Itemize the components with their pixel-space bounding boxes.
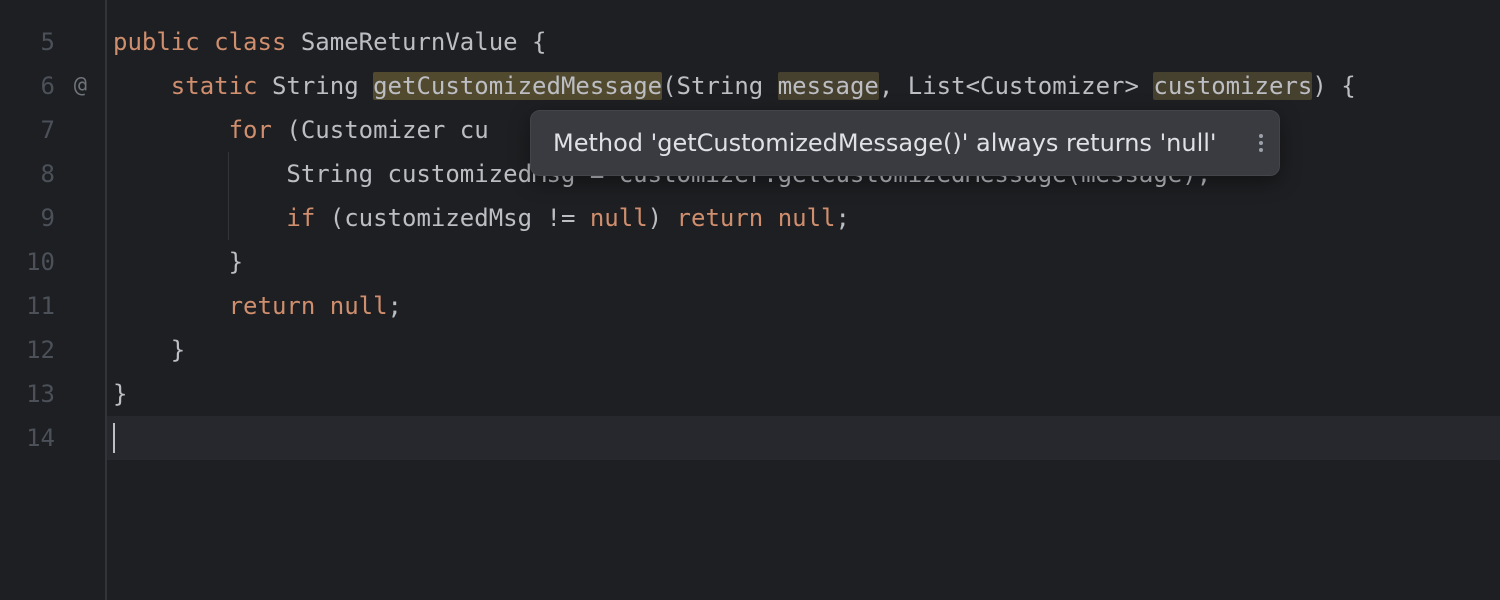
indent-guide <box>228 196 229 240</box>
line-number: 6@ <box>0 64 105 108</box>
code-token: ( <box>286 116 300 144</box>
code-token: ; <box>388 292 402 320</box>
code-token: ) <box>648 204 677 232</box>
code-token: } <box>171 336 185 364</box>
line-number-gutter: 56@7891011121314 <box>0 0 105 600</box>
code-token: class <box>214 28 301 56</box>
code-token: message <box>778 72 879 100</box>
line-number: 10 <box>0 240 105 284</box>
indent-guide <box>228 152 229 196</box>
code-token: public <box>113 28 214 56</box>
code-line[interactable]: if (customizedMsg != null) return null; <box>107 196 1500 240</box>
code-token: ; <box>836 204 850 232</box>
line-number: 5 <box>0 20 105 64</box>
code-token: , <box>879 72 908 100</box>
line-number: 7 <box>0 108 105 152</box>
code-token: for <box>229 116 287 144</box>
code-token: Customizer cu <box>301 116 489 144</box>
code-line[interactable]: } <box>107 372 1500 416</box>
line-number: 9 <box>0 196 105 240</box>
code-line[interactable]: return null; <box>107 284 1500 328</box>
code-line[interactable]: } <box>107 328 1500 372</box>
text-caret <box>113 423 115 453</box>
code-token: { <box>532 28 546 56</box>
code-token: } <box>113 380 127 408</box>
code-token: static <box>171 72 272 100</box>
code-token: } <box>229 248 243 276</box>
code-token: (customizedMsg != <box>330 204 590 232</box>
inspection-tooltip[interactable]: Method 'getCustomizedMessage()' always r… <box>530 110 1280 176</box>
code-token: List<Customizer> <box>908 72 1154 100</box>
code-token: getCustomizedMessage <box>373 72 662 100</box>
line-number: 8 <box>0 152 105 196</box>
code-area[interactable]: public class SameReturnValue { static St… <box>105 0 1500 600</box>
code-token: null <box>778 204 836 232</box>
code-token: ( <box>662 72 676 100</box>
code-token: null <box>330 292 388 320</box>
code-line[interactable]: public class SameReturnValue { <box>107 20 1500 64</box>
inspection-gutter-icon[interactable]: @ <box>74 64 87 108</box>
code-editor[interactable]: 56@7891011121314 public class SameReturn… <box>0 0 1500 600</box>
code-token: return <box>229 292 330 320</box>
code-line[interactable]: } <box>107 240 1500 284</box>
line-number: 14 <box>0 416 105 460</box>
code-token: String <box>677 72 778 100</box>
code-token: ) { <box>1312 72 1355 100</box>
code-token: return <box>677 204 778 232</box>
more-actions-icon[interactable] <box>1259 134 1263 152</box>
line-number: 12 <box>0 328 105 372</box>
code-line[interactable]: static String getCustomizedMessage(Strin… <box>107 64 1500 108</box>
line-number: 13 <box>0 372 105 416</box>
line-number: 11 <box>0 284 105 328</box>
code-token: null <box>590 204 648 232</box>
code-line[interactable] <box>107 416 1500 460</box>
code-token: String <box>272 72 373 100</box>
inspection-tooltip-text: Method 'getCustomizedMessage()' always r… <box>553 129 1217 157</box>
code-token: customizers <box>1153 72 1312 100</box>
code-token: if <box>286 204 329 232</box>
code-token: SameReturnValue <box>301 28 532 56</box>
